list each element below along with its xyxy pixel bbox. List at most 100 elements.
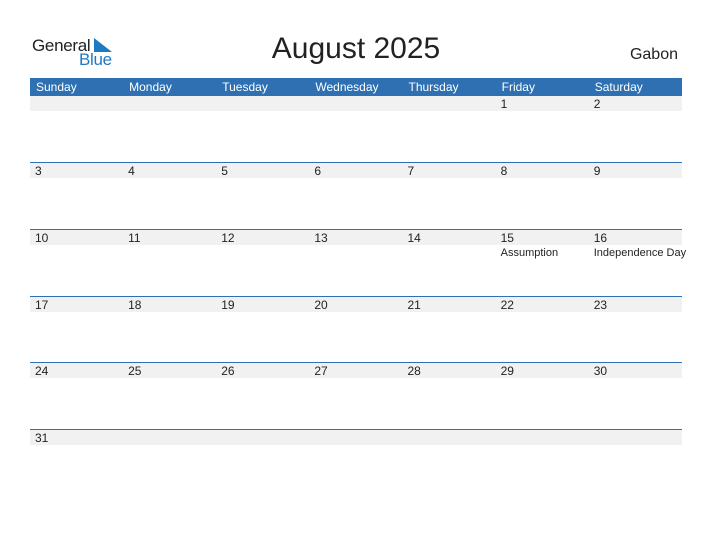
day-number: 10 <box>30 229 124 245</box>
day-number: 20 <box>309 296 403 312</box>
day-cell: 30 <box>588 363 682 429</box>
weekday-header: Sunday Monday Tuesday Wednesday Thursday… <box>30 78 682 96</box>
day-number <box>123 96 217 111</box>
day-number: 23 <box>588 296 682 312</box>
weekday-tuesday: Tuesday <box>222 80 268 94</box>
day-number: 14 <box>402 229 496 245</box>
day-number: 4 <box>123 163 217 178</box>
day-cell: 26 <box>216 363 310 429</box>
day-number: 28 <box>402 363 496 378</box>
day-cell: 1 <box>495 96 589 162</box>
weekday-monday: Monday <box>129 80 172 94</box>
weekday-saturday: Saturday <box>594 80 643 94</box>
day-cell <box>309 430 403 496</box>
day-number <box>216 96 310 111</box>
day-number <box>123 430 217 445</box>
day-cell <box>123 96 217 162</box>
day-cell: 10 <box>30 229 124 296</box>
day-number <box>30 96 124 111</box>
day-cell: 28 <box>402 363 496 429</box>
day-cell: 23 <box>588 296 682 363</box>
day-cell: 8 <box>495 163 589 229</box>
day-cell: 3 <box>30 163 124 229</box>
day-number: 19 <box>216 296 310 312</box>
day-number <box>402 96 496 111</box>
day-cell: 15 Assumption <box>495 229 589 296</box>
day-cell: 20 <box>309 296 403 363</box>
day-cell: 18 <box>123 296 217 363</box>
day-number: 3 <box>30 163 124 178</box>
day-cell: 21 <box>402 296 496 363</box>
day-number: 9 <box>588 163 682 178</box>
day-cell <box>309 96 403 162</box>
day-number: 30 <box>588 363 682 378</box>
day-number: 17 <box>30 296 124 312</box>
day-number: 16 <box>588 229 682 245</box>
day-cell: 14 <box>402 229 496 296</box>
day-number: 11 <box>123 229 217 245</box>
country-label: Gabon <box>629 46 678 63</box>
day-cell: 25 <box>123 363 217 429</box>
day-cell <box>216 430 310 496</box>
day-cell: 9 <box>588 163 682 229</box>
day-cell <box>402 430 496 496</box>
day-cell <box>495 430 589 496</box>
day-number: 15 <box>495 229 589 245</box>
week-row: 31 <box>30 429 682 497</box>
weekday-sunday: Sunday <box>36 80 77 94</box>
day-cell: 5 <box>216 163 310 229</box>
day-number: 21 <box>402 296 496 312</box>
weekday-friday: Friday <box>501 80 535 94</box>
day-cell <box>588 430 682 496</box>
day-number: 8 <box>495 163 589 178</box>
day-cell: 7 <box>402 163 496 229</box>
day-cell <box>123 430 217 496</box>
calendar-title: August 2025 <box>271 32 441 65</box>
day-number: 24 <box>30 363 124 378</box>
day-number: 31 <box>30 430 124 445</box>
day-cell <box>216 96 310 162</box>
day-number: 7 <box>402 163 496 178</box>
day-number: 29 <box>495 363 589 378</box>
day-cell <box>30 96 124 162</box>
day-cell: 22 <box>495 296 589 363</box>
day-cell: 19 <box>216 296 310 363</box>
holiday-label: Independence Day <box>593 246 687 259</box>
week-row: 17 18 19 20 21 22 23 <box>30 295 682 364</box>
day-number: 12 <box>216 229 310 245</box>
day-number <box>495 430 589 445</box>
day-cell: 24 <box>30 363 124 429</box>
day-number: 6 <box>309 163 403 178</box>
day-cell: 6 <box>309 163 403 229</box>
calendar-grid: Sunday Monday Tuesday Wednesday Thursday… <box>30 78 686 445</box>
day-number <box>309 96 403 111</box>
weekday-wednesday: Wednesday <box>315 80 379 94</box>
day-cell: 16 Independence Day <box>588 229 687 296</box>
day-cell: 29 <box>495 363 589 429</box>
day-number <box>588 430 682 445</box>
day-cell: 27 <box>309 363 403 429</box>
day-number <box>402 430 496 445</box>
day-cell: 12 <box>216 229 310 296</box>
day-number: 2 <box>588 96 682 111</box>
week-row: 3456789 <box>30 162 682 230</box>
day-cell: 4 <box>123 163 217 229</box>
day-cell: 13 <box>309 229 403 296</box>
day-number: 27 <box>309 363 403 378</box>
day-number: 22 <box>495 296 589 312</box>
day-number: 18 <box>123 296 217 312</box>
day-cell <box>402 96 496 162</box>
week-row: 12 <box>30 96 682 163</box>
holiday-label: Assumption <box>500 246 559 259</box>
day-number: 13 <box>309 229 403 245</box>
day-number: 26 <box>216 363 310 378</box>
day-cell: 11 <box>123 229 217 296</box>
day-number <box>216 430 310 445</box>
week-row: 10 11 12 13 14 15 Assumption 16 Independence Day <box>30 228 687 297</box>
week-row: 24 25 26 27 28 29 30 <box>30 362 682 430</box>
day-number: 1 <box>495 96 589 111</box>
day-cell: 17 <box>30 296 124 363</box>
day-number: 5 <box>216 163 310 178</box>
day-number: 25 <box>123 363 217 378</box>
day-cell: 31 <box>30 430 124 496</box>
